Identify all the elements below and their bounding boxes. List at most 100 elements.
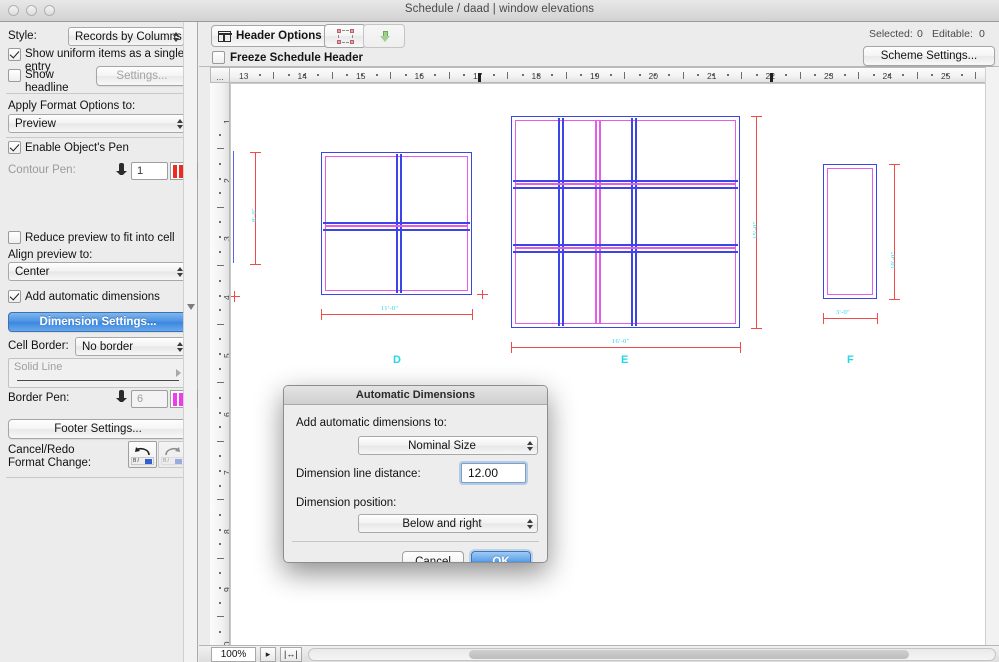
ruler-tick [219,338,221,341]
mullion-horizontal-E5 [515,247,736,249]
cancel-button[interactable]: Cancel [402,551,464,562]
ruler-corner[interactable]: ... [210,67,230,83]
enable-object-pen-checkbox[interactable] [8,141,21,154]
vertical-ruler[interactable]: 12345678910 [210,83,230,645]
headline-settings-button[interactable]: Settings... [96,66,188,86]
ruler-tick [219,250,221,253]
dimension-tick [751,328,762,329]
ruler-tick [492,74,495,76]
left-panel-scrollbar[interactable] [183,22,197,662]
ruler-tick [317,74,320,76]
ruler-tick [726,74,729,76]
dimension-tick [877,313,878,324]
show-headline-checkbox[interactable] [8,69,21,82]
dimension-position-select[interactable]: Below and right [358,514,538,533]
ruler-tick [219,192,221,195]
freeze-header-checkbox[interactable] [212,51,225,64]
schedule-toolbar: Header Options Freeze Schedule Header Se… [199,22,999,67]
mullion-horizontal-D [323,222,470,224]
scheme-settings-button[interactable]: Scheme Settings... [863,46,995,66]
dimension-settings-button[interactable]: Dimension Settings... [8,312,188,332]
undo-format-button[interactable]: B I [128,441,157,468]
ruler-tick-label: 8 [222,529,229,534]
add-auto-dims-row[interactable]: Add automatic dimensions [8,290,160,303]
style-row: Style: [8,30,37,42]
cell-border-row: Cell Border: [8,340,69,352]
dimension-distance-input[interactable]: 12.00 [461,463,526,483]
mullion-horizontal-E6 [513,251,738,253]
ruler-tick [521,74,524,76]
table-header-icon [217,30,232,42]
window-label-D: D [393,354,401,366]
apply-format-select[interactable]: Preview [8,114,188,133]
add-dimensions-to-select[interactable]: Nominal Size [358,436,538,455]
ruler-tick [258,74,261,76]
show-headline-row[interactable]: Show headline [8,69,98,94]
show-uniform-checkbox[interactable] [8,48,21,61]
chevron-updown-icon [173,31,179,42]
ruler-tick [463,74,466,76]
scroll-down-arrow-icon[interactable] [187,304,195,310]
redo-arrow-icon [165,447,180,456]
ruler-tick [902,74,905,76]
dimension-tick [511,342,512,353]
horizontal-ruler[interactable]: 13141516171819202122232425 [230,67,999,83]
mullion-vertical-E2 [562,118,564,326]
ruler-tick [434,74,437,76]
divider [292,541,539,542]
cancel-redo-label: Cancel/Redo Format Change: [8,444,92,469]
header-options-button[interactable]: Header Options [211,25,339,47]
border-pen-row: Border Pen: [8,392,69,404]
dimension-line-width-D [321,314,473,315]
apply-format-value: Preview [15,117,56,130]
contour-pen-number-input[interactable]: 1 [131,162,168,180]
pen-icon [116,390,127,405]
ruler-tick [219,294,221,297]
ruler-tick [219,455,221,458]
undo-redo-group[interactable]: B I B I [128,441,187,468]
cell-border-select[interactable]: No border [75,337,188,356]
scrollbar-thumb[interactable] [468,649,909,659]
mullion-vertical-D2 [400,154,402,293]
ruler-tick [219,470,221,472]
add-auto-dims-checkbox[interactable] [8,290,21,303]
reduce-preview-row[interactable]: Reduce preview to fit into cell [8,231,175,244]
align-preview-select[interactable]: Center [8,262,188,281]
show-headline-label: Show headline [25,69,69,94]
horizontal-scrollbar[interactable] [307,647,996,661]
dimension-tick [751,116,762,117]
enable-object-pen-row[interactable]: Enable Object's Pen [8,141,129,154]
style-select[interactable]: Records by Columns [68,27,184,46]
zoom-step-button[interactable]: ▸ [260,646,276,662]
border-pen-number-input[interactable]: 6 [131,390,168,408]
ruler-tick [331,72,333,79]
ruler-tick [219,411,221,414]
pen-icon [116,163,127,178]
dimension-tick [889,164,900,165]
canvas-vertical-scrollbar[interactable] [985,67,999,645]
freeze-header-row[interactable]: Freeze Schedule Header [212,51,363,64]
select-marquee-button[interactable] [324,24,366,48]
mullion-vertical-E5 [631,118,633,326]
cancel-redo-row: Cancel/Redo Format Change: [8,444,98,469]
ok-button[interactable]: OK [471,551,531,562]
line-type-select[interactable]: Solid Line [8,358,188,388]
dimension-text-height-E: 15'-0" [752,221,759,239]
apply-format-label: Apply Format Options to: [8,100,136,112]
marquee-select-icon [337,29,354,44]
zoom-level-input[interactable]: 100% [211,646,256,662]
footer-settings-button[interactable]: Footer Settings... [8,419,188,439]
reduce-preview-checkbox[interactable] [8,231,21,244]
divider [6,137,186,138]
format-swatch: B I [131,457,154,465]
ruler-tick-label: 9 [222,587,229,592]
automatic-dimensions-dialog: Automatic Dimensions Add automatic dimen… [283,385,548,563]
ruler-tick [219,367,221,370]
fit-to-window-button[interactable]: |↔| [280,646,302,662]
ruler-tick [551,74,554,76]
ruler-tick [375,74,378,76]
ruler-tick [609,74,612,76]
ruler-tick-label: 3 [222,236,229,241]
mullion-horizontal-D2 [325,225,468,227]
place-button[interactable] [363,24,405,48]
